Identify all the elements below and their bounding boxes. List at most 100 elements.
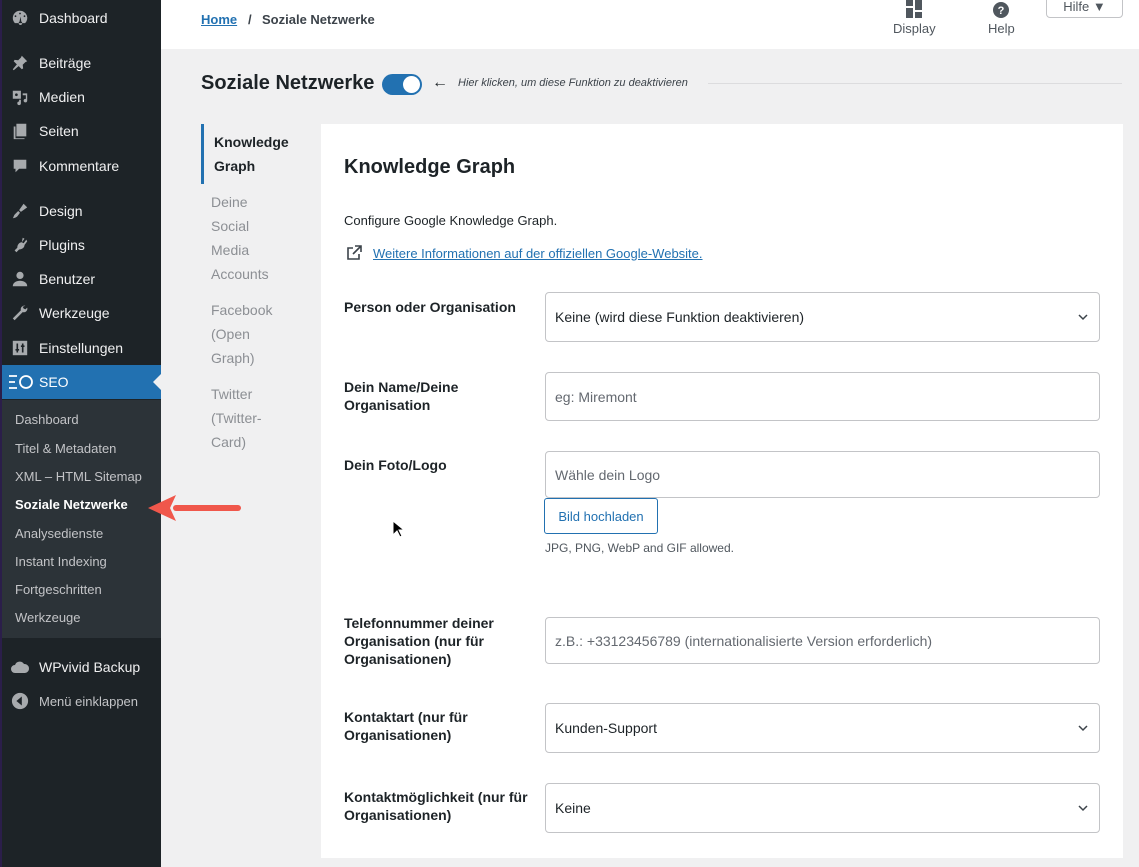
subnav-knowledge-graph[interactable]: Knowledge Graph	[214, 130, 314, 178]
hilfe-dropdown-button[interactable]: Hilfe ▼	[1046, 0, 1123, 18]
upload-image-button[interactable]: Bild hochladen	[544, 498, 658, 534]
submenu-item-titel-metadaten[interactable]: Titel & Metadaten	[15, 441, 116, 456]
plugin-icon	[10, 235, 30, 255]
submenu-item-analysedienste[interactable]: Analysedienste	[15, 526, 103, 541]
sidebar-item-label: WPvivid Backup	[39, 659, 141, 675]
sidebar-item-medien[interactable]: Medien	[2, 80, 161, 114]
sidebar-item-label: Menü einklappen	[39, 693, 139, 709]
person-org-label: Person oder Organisation	[344, 299, 516, 315]
submenu-item-dashboard[interactable]: Dashboard	[15, 412, 79, 427]
logo-placeholder: Wähle dein Logo	[555, 466, 661, 483]
sidebar-item-label: Werkzeuge	[39, 305, 110, 321]
seo-icon	[8, 372, 34, 392]
logo-input[interactable]: Wähle dein Logo	[545, 451, 1100, 498]
sidebar-item-wpvivid[interactable]: WPvivid Backup	[2, 650, 161, 684]
brush-icon	[10, 201, 30, 221]
chevron-down-icon	[1078, 805, 1088, 812]
display-icon	[906, 0, 923, 21]
chevron-down-icon	[1078, 314, 1088, 321]
subnav-twitter[interactable]: Twitter (Twitter-Card)	[211, 382, 271, 454]
sidebar-item-design[interactable]: Design	[2, 194, 161, 228]
arrow-left-icon: ←	[432, 74, 448, 91]
dashboard-icon	[10, 8, 30, 28]
admin-sidebar: Dashboard Beiträge Medien Seiten Komment…	[0, 0, 161, 867]
sidebar-item-beitraege[interactable]: Beiträge	[2, 46, 161, 80]
collapse-icon	[10, 691, 30, 711]
contact-type-label: Kontaktart (nur für Organisationen)	[344, 709, 468, 743]
collapse-menu-button[interactable]: Menü einklappen	[2, 684, 161, 718]
help-label: Help	[988, 21, 1015, 36]
page-title: Soziale Netzwerke	[201, 72, 375, 94]
name-placeholder: eg: Miremont	[555, 388, 637, 405]
sidebar-item-label: Einstellungen	[39, 340, 124, 356]
submenu-item-sitemap[interactable]: XML – HTML Sitemap	[15, 469, 142, 484]
sidebar-item-einstellungen[interactable]: Einstellungen	[2, 331, 161, 365]
sidebar-item-label: Beiträge	[39, 55, 92, 71]
help-button[interactable]: ? Help	[988, 0, 1015, 36]
chevron-down-icon	[1078, 725, 1088, 732]
submenu-item-fortgeschritten[interactable]: Fortgeschritten	[15, 582, 102, 597]
card-description: Configure Google Knowledge Graph.	[344, 213, 558, 228]
phone-input[interactable]: z.B.: +33123456789 (internationalisierte…	[545, 617, 1100, 664]
sidebar-item-werkzeuge[interactable]: Werkzeuge	[2, 296, 161, 330]
contact-type-value: Kunden-Support	[555, 720, 657, 736]
sidebar-item-label: Kommentare	[39, 158, 120, 174]
person-org-select[interactable]: Keine (wird diese Funktion deaktivieren)	[545, 292, 1100, 342]
google-info-link[interactable]: Weitere Informationen auf der offizielle…	[373, 246, 703, 261]
mouse-cursor-icon	[392, 520, 404, 538]
pin-icon	[10, 53, 30, 73]
subnav-facebook[interactable]: Facebook (Open Graph)	[211, 298, 281, 370]
display-button[interactable]: Display	[893, 0, 936, 36]
phone-label: Telefonnummer deiner Organisation (nur f…	[344, 615, 494, 667]
sidebar-item-dashboard[interactable]: Dashboard	[2, 1, 161, 35]
sidebar-item-benutzer[interactable]: Benutzer	[2, 262, 161, 296]
sidebar-item-label: Benutzer	[39, 271, 96, 287]
contact-option-value: Keine	[555, 800, 591, 816]
top-header: Home / Soziale Netzwerke Display ? Help …	[161, 0, 1139, 49]
phone-placeholder: z.B.: +33123456789 (internationalisierte…	[555, 632, 933, 649]
breadcrumb-separator: /	[248, 12, 252, 27]
breadcrumb-home-link[interactable]: Home	[201, 12, 237, 27]
external-link-icon	[346, 245, 362, 261]
feature-toggle[interactable]	[382, 74, 422, 95]
toggle-hint: Hier klicken, um diese Funktion zu deakt…	[458, 77, 688, 89]
name-label: Dein Name/Deine Organisation	[344, 379, 459, 413]
card-title: Knowledge Graph	[344, 156, 516, 178]
breadcrumb-current: Soziale Netzwerke	[262, 12, 375, 27]
media-icon	[10, 87, 30, 107]
pages-icon	[10, 121, 30, 141]
upload-hint: JPG, PNG, WebP and GIF allowed.	[545, 541, 734, 555]
logo-label: Dein Foto/Logo	[344, 457, 447, 473]
comment-icon	[10, 156, 30, 176]
sidebar-item-seiten[interactable]: Seiten	[2, 114, 161, 148]
sidebar-item-label: Design	[39, 203, 83, 219]
wrench-icon	[10, 303, 30, 323]
contact-option-label: Kontaktmöglichkeit (nur für Organisation…	[344, 789, 528, 823]
sidebar-item-plugins[interactable]: Plugins	[2, 228, 161, 262]
knowledge-graph-card: Knowledge Graph Configure Google Knowled…	[321, 124, 1123, 858]
sidebar-item-kommentare[interactable]: Kommentare	[2, 149, 161, 183]
help-icon: ?	[993, 2, 1010, 21]
sidebar-item-label: Medien	[39, 89, 85, 105]
cloud-icon	[10, 657, 30, 677]
sidebar-item-label: SEO	[39, 374, 69, 390]
seo-submenu: Dashboard Titel & Metadaten XML – HTML S…	[2, 400, 161, 638]
title-divider	[708, 83, 1122, 84]
contact-type-select[interactable]: Kunden-Support	[545, 703, 1100, 753]
name-input[interactable]: eg: Miremont	[545, 372, 1100, 421]
settings-icon	[10, 338, 30, 358]
display-label: Display	[893, 21, 936, 36]
user-icon	[10, 269, 30, 289]
submenu-item-instant-indexing[interactable]: Instant Indexing	[15, 554, 107, 569]
toggle-knob	[403, 76, 420, 93]
subnav-active-indicator	[201, 124, 204, 184]
contact-option-select[interactable]: Keine	[545, 783, 1100, 833]
submenu-item-soziale-netzwerke[interactable]: Soziale Netzwerke	[15, 497, 128, 512]
sidebar-item-seo[interactable]: SEO	[2, 365, 161, 399]
subnav-social-accounts[interactable]: Deine Social Media Accounts	[211, 190, 271, 286]
submenu-item-werkzeuge[interactable]: Werkzeuge	[15, 610, 81, 625]
annotation-arrow-icon	[148, 495, 241, 521]
svg-text:?: ?	[998, 5, 1005, 17]
sidebar-item-label: Dashboard	[39, 10, 108, 26]
person-org-value: Keine (wird diese Funktion deaktivieren)	[555, 309, 805, 325]
